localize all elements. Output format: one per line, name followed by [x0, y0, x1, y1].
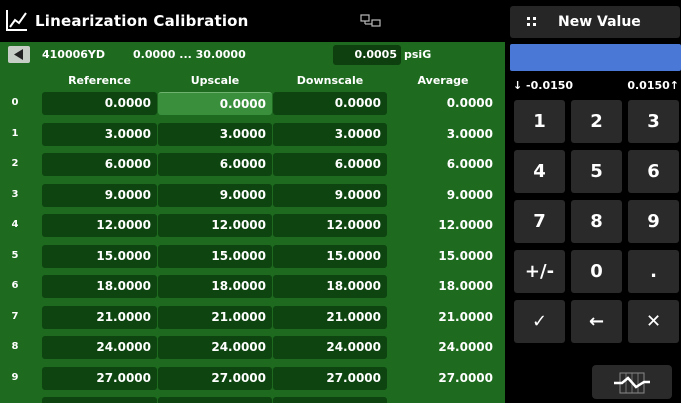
- accept-check-icon[interactable]: ✓: [514, 300, 565, 343]
- keypad-grid-icon: [527, 17, 536, 26]
- line-chart-icon: [6, 10, 27, 31]
- sensor-info-row: 410006YD 0.0000 ... 30.0000 0.0005 psiG: [0, 42, 505, 67]
- row-index: 6: [11, 280, 19, 291]
- reference-cell[interactable]: 15.0000: [42, 245, 157, 268]
- row-index: 4: [11, 219, 19, 230]
- upscale-cell[interactable]: 30.0000: [158, 397, 272, 403]
- downscale-cell[interactable]: 0.0000: [273, 92, 387, 115]
- key-decimal[interactable]: .: [628, 250, 679, 293]
- average-cell: 24.0000: [438, 340, 493, 354]
- upscale-cell[interactable]: 9.0000: [158, 184, 272, 207]
- key-9[interactable]: 9: [628, 200, 679, 243]
- key-7[interactable]: 7: [514, 200, 565, 243]
- calibration-panel: 410006YD 0.0000 ... 30.0000 0.0005 psiG …: [0, 42, 505, 403]
- average-cell: 30.0000: [387, 397, 499, 403]
- downscale-cell[interactable]: 27.0000: [273, 367, 387, 390]
- column-header-reference: Reference: [68, 74, 131, 87]
- key-3[interactable]: 3: [628, 100, 679, 143]
- resolution-value: 0.0005: [354, 48, 397, 61]
- reference-cell[interactable]: 30.0000: [42, 397, 157, 403]
- reference-cell[interactable]: 6.0000: [42, 153, 157, 176]
- limits-row: ↓ -0.0150 0.0150↑: [510, 75, 681, 95]
- row-index: 2: [11, 158, 19, 169]
- reference-cell[interactable]: 27.0000: [42, 367, 157, 390]
- average-cell: 27.0000: [438, 371, 493, 385]
- new-value-label: New Value: [558, 14, 641, 30]
- sensor-id: 410006YD: [42, 48, 106, 61]
- back-button[interactable]: [8, 46, 30, 63]
- back-arrow-icon: [14, 49, 23, 60]
- average-cell: 3.0000: [446, 127, 493, 141]
- key-plus-minus[interactable]: +/-: [514, 250, 565, 293]
- downscale-cell[interactable]: 21.0000: [273, 306, 387, 329]
- key-2[interactable]: 2: [571, 100, 622, 143]
- row-index: 0: [11, 97, 19, 108]
- downscale-cell[interactable]: 12.0000: [273, 214, 387, 237]
- upscale-cell[interactable]: 24.0000: [158, 336, 272, 359]
- reference-cell[interactable]: 0.0000: [42, 92, 157, 115]
- key-0[interactable]: 0: [571, 250, 622, 293]
- column-header-average: Average: [417, 74, 469, 87]
- average-cell: 15.0000: [438, 249, 493, 263]
- upscale-cell[interactable]: 27.0000: [158, 367, 272, 390]
- reference-cell[interactable]: 12.0000: [42, 214, 157, 237]
- upscale-cell[interactable]: 0.0000: [158, 92, 272, 115]
- clear-x-icon[interactable]: ✕: [628, 300, 679, 343]
- unit-label: psiG: [404, 48, 432, 61]
- upscale-cell[interactable]: 21.0000: [158, 306, 272, 329]
- average-cell: 18.0000: [438, 279, 493, 293]
- downscale-cell[interactable]: 18.0000: [273, 275, 387, 298]
- new-value-button[interactable]: New Value: [510, 6, 680, 38]
- upscale-cell[interactable]: 6.0000: [158, 153, 272, 176]
- average-cell: 9.0000: [446, 188, 493, 202]
- key-5[interactable]: 5: [571, 150, 622, 193]
- min-limit: ↓ -0.0150: [513, 79, 574, 92]
- resolution-field[interactable]: 0.0005: [333, 45, 401, 65]
- upscale-cell[interactable]: 15.0000: [158, 245, 272, 268]
- reference-cell[interactable]: 3.0000: [42, 123, 157, 146]
- reference-cell[interactable]: 9.0000: [42, 184, 157, 207]
- sensor-range: 0.0000 ... 30.0000: [133, 48, 246, 61]
- upscale-cell[interactable]: 12.0000: [158, 214, 272, 237]
- column-header-downscale: Downscale: [296, 74, 364, 87]
- average-cell: 0.0000: [446, 96, 493, 110]
- row-index: 7: [11, 311, 19, 322]
- reference-cell[interactable]: 18.0000: [42, 275, 157, 298]
- row-index: 9: [11, 372, 19, 383]
- key-6[interactable]: 6: [628, 150, 679, 193]
- upscale-cell[interactable]: 3.0000: [158, 123, 272, 146]
- key-4[interactable]: 4: [514, 150, 565, 193]
- downscale-cell[interactable]: 24.0000: [273, 336, 387, 359]
- header-bar: Linearization Calibration New Value: [0, 0, 681, 42]
- row-index: 5: [11, 250, 19, 261]
- backspace-arrow-icon[interactable]: ←: [571, 300, 622, 343]
- row-index: 1: [11, 128, 19, 139]
- row-index: 3: [11, 189, 19, 200]
- column-header-upscale: Upscale: [190, 74, 240, 87]
- page-title: Linearization Calibration: [35, 12, 249, 30]
- chart-view-icon: [614, 372, 650, 394]
- max-limit: 0.0150↑: [627, 79, 679, 92]
- upscale-cell[interactable]: 18.0000: [158, 275, 272, 298]
- downscale-cell[interactable]: 3.0000: [273, 123, 387, 146]
- reference-cell[interactable]: 21.0000: [42, 306, 157, 329]
- downscale-cell[interactable]: 9.0000: [273, 184, 387, 207]
- average-cell: 21.0000: [438, 310, 493, 324]
- downscale-cell[interactable]: 30.0000: [273, 397, 387, 403]
- key-8[interactable]: 8: [571, 200, 622, 243]
- reference-cell[interactable]: 24.0000: [42, 336, 157, 359]
- chart-view-button[interactable]: [592, 365, 672, 399]
- average-cell: 6.0000: [446, 157, 493, 171]
- value-display[interactable]: [510, 44, 681, 71]
- key-1[interactable]: 1: [514, 100, 565, 143]
- remote-link-icon: [360, 14, 381, 27]
- downscale-cell[interactable]: 6.0000: [273, 153, 387, 176]
- row-index: 8: [11, 341, 19, 352]
- average-cell: 12.0000: [438, 218, 493, 232]
- downscale-cell[interactable]: 15.0000: [273, 245, 387, 268]
